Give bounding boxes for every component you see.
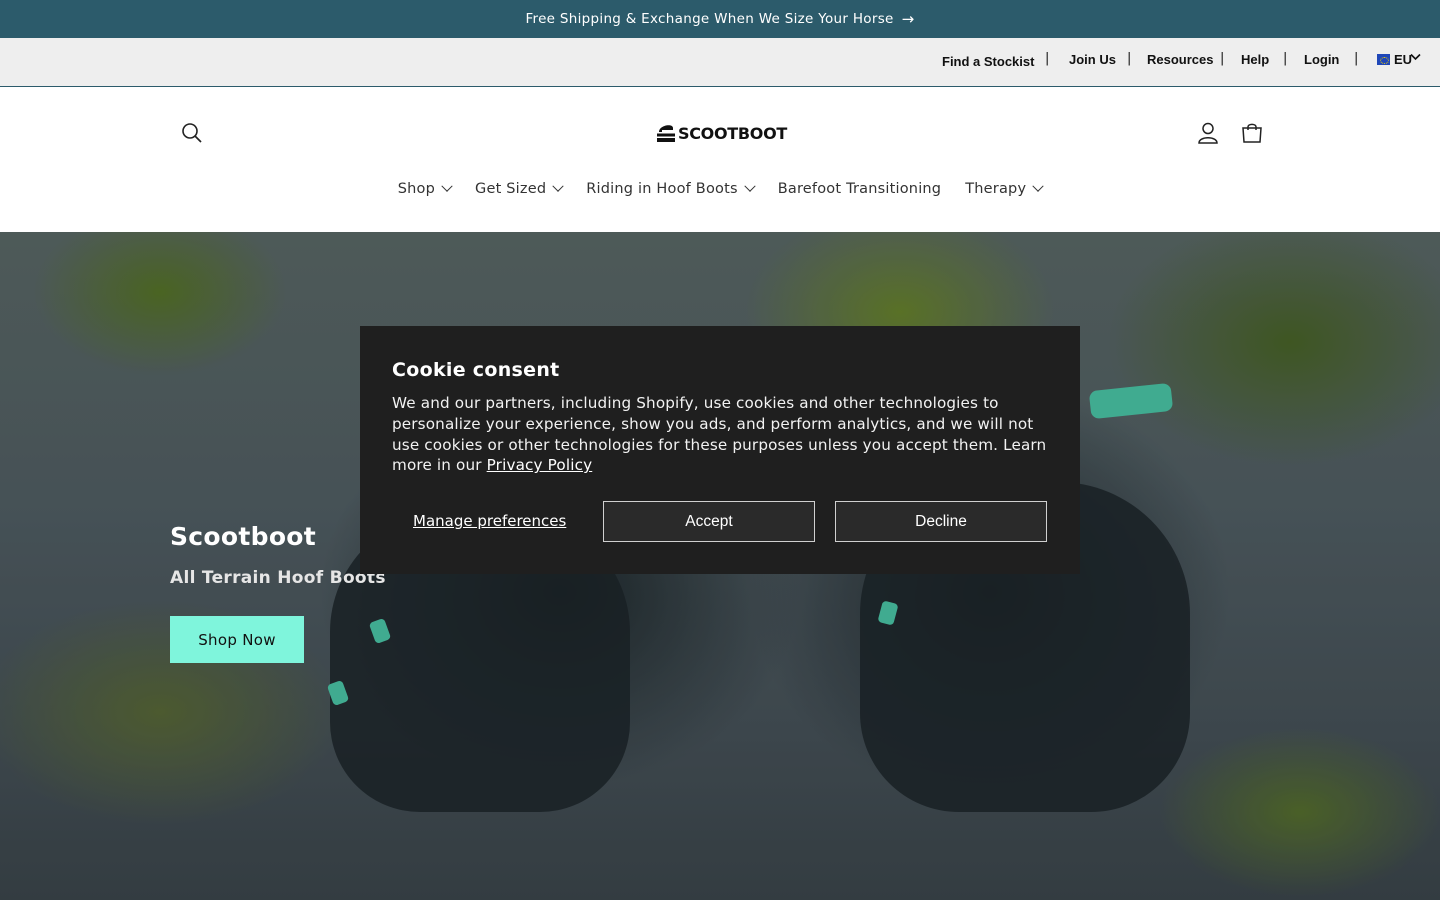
privacy-policy-link[interactable]: Privacy Policy xyxy=(487,456,593,474)
utility-nav: Find a Stockist | Join Us | Resources | … xyxy=(0,38,1440,87)
eu-flag-icon[interactable] xyxy=(1377,54,1390,65)
account-icon[interactable] xyxy=(1195,120,1221,146)
scootboot-logo-icon xyxy=(657,125,675,142)
site-header: SCOOTBOOT Shop Get Sized Riding in Hoof … xyxy=(0,87,1440,232)
chevron-down-icon[interactable] xyxy=(1410,51,1421,64)
chevron-down-icon xyxy=(552,180,564,192)
nav-barefoot-transitioning[interactable]: Barefoot Transitioning xyxy=(766,181,953,197)
nav-separator: | xyxy=(1127,51,1132,66)
announcement-bar[interactable]: Free Shipping & Exchange When We Size Yo… xyxy=(0,0,1440,38)
hero-subtitle: All Terrain Hoof Boots xyxy=(170,568,386,588)
nav-label: Shop xyxy=(397,181,436,197)
nav-therapy[interactable]: Therapy xyxy=(953,180,1054,197)
nav-label: Riding in Hoof Boots xyxy=(586,181,738,197)
shop-now-button[interactable]: Shop Now xyxy=(170,616,304,663)
hero-title: Scootboot xyxy=(170,522,317,551)
nav-label: Get Sized xyxy=(475,181,547,197)
nav-shop[interactable]: Shop xyxy=(386,180,463,197)
link-find-a-stockist[interactable]: Find a Stockist xyxy=(942,54,1034,69)
nav-get-sized[interactable]: Get Sized xyxy=(463,180,574,197)
link-help[interactable]: Help xyxy=(1241,52,1269,67)
announcement-text: Free Shipping & Exchange When We Size Yo… xyxy=(525,11,894,27)
nav-separator: | xyxy=(1045,51,1050,66)
nav-separator: | xyxy=(1283,51,1288,66)
logo-text: SCOOTBOOT xyxy=(678,123,787,143)
accept-button[interactable]: Accept xyxy=(603,501,815,542)
cart-icon[interactable] xyxy=(1239,120,1265,146)
link-resources[interactable]: Resources xyxy=(1147,52,1213,67)
nav-label: Barefoot Transitioning xyxy=(777,181,942,197)
nav-riding-in-hoof-boots[interactable]: Riding in Hoof Boots xyxy=(574,180,765,197)
manage-preferences-link[interactable]: Manage preferences xyxy=(413,512,566,530)
chevron-down-icon xyxy=(744,180,756,192)
arrow-right-icon: → xyxy=(901,10,915,28)
cookie-body: We and our partners, including Shopify, … xyxy=(392,393,1052,476)
chevron-down-icon xyxy=(441,180,453,192)
site-logo[interactable]: SCOOTBOOT xyxy=(656,121,787,145)
link-join-us[interactable]: Join Us xyxy=(1069,52,1116,67)
nav-separator: | xyxy=(1220,51,1225,66)
cookie-title: Cookie consent xyxy=(392,359,560,381)
cookie-consent-dialog: Cookie consent We and our partners, incl… xyxy=(360,326,1080,574)
chevron-down-icon xyxy=(1032,180,1044,192)
decline-button[interactable]: Decline xyxy=(835,501,1047,542)
main-nav: Shop Get Sized Riding in Hoof Boots Bare… xyxy=(0,180,1440,197)
nav-label: Therapy xyxy=(965,181,1027,197)
nav-separator: | xyxy=(1354,51,1359,66)
search-icon[interactable] xyxy=(179,120,205,146)
link-login[interactable]: Login xyxy=(1304,52,1339,67)
